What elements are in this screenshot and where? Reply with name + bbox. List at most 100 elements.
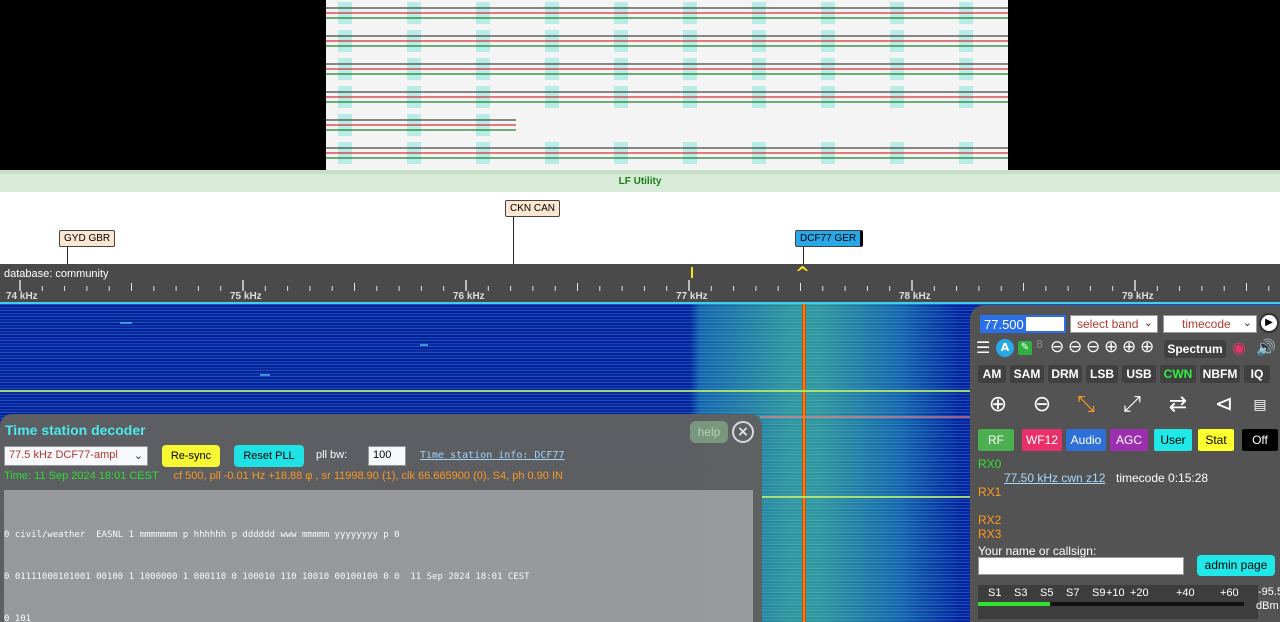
resync-button[interactable]: Re-sync [162, 445, 220, 467]
menu-icon[interactable]: ☰ [976, 338, 990, 357]
station-select[interactable]: 77.5 kHz DCF77-ampl ⌄ [4, 446, 148, 466]
mode-iq[interactable]: IQ [1244, 365, 1270, 383]
tab-rf[interactable]: RF [978, 429, 1014, 451]
tab-wf12[interactable]: WF12 [1022, 429, 1062, 451]
frequency-scale[interactable]: database: community 74 kHz 75 kHz 76 kHz… [0, 264, 1280, 304]
chevron-down-icon: ⌄ [133, 450, 143, 462]
smeter-label: +20 [1130, 587, 1149, 599]
save-icon[interactable]: ▤ [1248, 389, 1272, 421]
carrier-trace [802, 304, 806, 622]
scope-traces [326, 2, 1008, 164]
band-label: LF Utility [618, 176, 662, 187]
station-label-gyd[interactable]: GYD GBR [59, 230, 116, 247]
step-icon: 8 [1036, 338, 1043, 351]
waterfall-line [760, 416, 970, 418]
speaker-icon[interactable]: 🔊 [1256, 338, 1276, 357]
tab-agc[interactable]: AGC [1110, 429, 1148, 451]
output-line: 0 01111000101001 00100 1 1000000 1 00011… [4, 572, 530, 582]
database-label: database: community [4, 268, 109, 280]
zoom-out-icon[interactable]: ⊖ [1026, 389, 1058, 421]
smeter-label: +40 [1176, 587, 1195, 599]
output-line: 0 civil/weather EASNL 1 mmmmmmm p hhhhhh… [4, 530, 400, 540]
kiwisdr-app: LF Utility GYD GBR CKN CAN DCF77 GER dat… [0, 0, 1280, 622]
decoder-scope [0, 0, 1280, 170]
mode-drm[interactable]: DRM [1048, 365, 1082, 383]
pll-bw-input[interactable]: 100 [368, 446, 406, 466]
zoom-out-icon[interactable]: ⊖ [1086, 337, 1100, 357]
callsign-input[interactable] [978, 557, 1184, 575]
scale-ticks [0, 267, 1280, 304]
zoom-to-band-icon[interactable]: ⤡ [1070, 389, 1102, 421]
rx1-label: RX1 [978, 485, 1002, 499]
back-icon[interactable]: ⊲ [1208, 389, 1240, 421]
band-bar[interactable]: LF Utility [0, 170, 1280, 192]
record-icon[interactable]: ◉ [1232, 338, 1246, 357]
auto-icon[interactable]: A [996, 339, 1014, 357]
frequency-input[interactable]: 77.500 [980, 315, 1066, 333]
pll-bw-label: pll bw: [316, 449, 348, 461]
help-button[interactable]: help [690, 421, 728, 443]
lock-icon[interactable]: ✎ [1018, 341, 1032, 355]
smeter-bar [978, 602, 1244, 606]
zoom-in-icon[interactable]: ⊕ [982, 389, 1014, 421]
extension-select[interactable]: timecode ⌄ [1163, 315, 1257, 333]
control-panel: 77.500 select band ⌄ timecode ⌄ ▶ ☰ A ✎ … [970, 305, 1280, 622]
mode-sam[interactable]: SAM [1010, 365, 1044, 383]
zoom-out-icon[interactable]: ⊖ [1050, 337, 1064, 357]
mode-am[interactable]: AM [978, 365, 1006, 383]
tab-stat[interactable]: Stat [1198, 429, 1234, 451]
scale-tick-label: 75 kHz [230, 291, 262, 302]
mode-cwn[interactable]: CWN [1160, 365, 1196, 383]
station-label-dcf77[interactable]: DCF77 GER [795, 230, 864, 247]
mode-lsb[interactable]: LSB [1086, 365, 1118, 383]
station-select-value: 77.5 kHz DCF77-ampl [9, 449, 118, 461]
rx2-label: RX2 [978, 513, 1002, 527]
smeter-label: S7 [1066, 587, 1080, 599]
mode-nbfm[interactable]: NBFM [1200, 365, 1240, 383]
rx0-label: RX0 [978, 457, 1002, 471]
frequency-value: 77.500 [982, 317, 1026, 332]
waterfall-speck [260, 374, 270, 376]
tab-user[interactable]: User [1154, 429, 1192, 451]
reset-pll-button[interactable]: Reset PLL [234, 445, 304, 467]
waterfall-line [0, 390, 970, 392]
mode-usb[interactable]: USB [1122, 365, 1156, 383]
zoom-in-icon[interactable]: ⊕ [1140, 337, 1154, 357]
waterfall-line [760, 496, 970, 498]
admin-page-button[interactable]: admin page [1197, 555, 1275, 576]
spectrum-button[interactable]: Spectrum [1164, 340, 1226, 358]
tab-off[interactable]: Off [1242, 429, 1278, 451]
smeter-label: S5 [1040, 587, 1054, 599]
rx0-frequency-link[interactable]: 77.50 kHz cwn z12 [1004, 471, 1105, 485]
rx0-info: timecode 0:15:28 [1116, 471, 1209, 485]
zoom-max-icon[interactable]: ⤢ [1116, 389, 1148, 421]
close-icon[interactable]: × [732, 421, 754, 443]
status-time: Time: 11 Sep 2024 18:01 CEST [4, 470, 159, 482]
zoom-out-icon[interactable]: ⊖ [1068, 337, 1082, 357]
station-marker-line [67, 246, 68, 264]
play-icon[interactable]: ▶ [1259, 313, 1279, 333]
chevron-down-icon: ⌄ [1143, 317, 1153, 329]
station-labels: GYD GBR CKN CAN DCF77 GER [0, 192, 1280, 264]
scale-tick-label: 77 kHz [676, 291, 708, 302]
smeter-label: +60 [1220, 587, 1239, 599]
decoder-output[interactable]: 0 civil/weather EASNL 1 mmmmmmm p hhhhhh… [4, 490, 753, 622]
passband-marker[interactable]: ^ [795, 264, 810, 284]
band-select[interactable]: select band ⌄ [1070, 315, 1158, 333]
zoom-in-icon[interactable]: ⊕ [1122, 337, 1136, 357]
smeter-fill [978, 602, 1050, 606]
smeter-label: S3 [1014, 587, 1028, 599]
smeter-label: +10 [1106, 587, 1125, 599]
smeter-label: S1 [988, 587, 1002, 599]
extension-select-value: timecode [1182, 317, 1231, 331]
name-label: Your name or callsign: [978, 544, 1097, 558]
station-label-ckn[interactable]: CKN CAN [505, 200, 561, 217]
tab-audio[interactable]: Audio [1066, 429, 1106, 451]
station-info-link[interactable]: Time station info: DCF77 [420, 450, 565, 461]
zoom-in-icon[interactable]: ⊕ [1104, 337, 1118, 357]
rx3-label: RX3 [978, 527, 1002, 541]
swap-icon[interactable]: ⇄ [1162, 389, 1194, 421]
scale-tick-label: 78 kHz [899, 291, 931, 302]
dbm-value: -95.5 [1258, 586, 1280, 598]
scale-tick-label: 76 kHz [453, 291, 485, 302]
